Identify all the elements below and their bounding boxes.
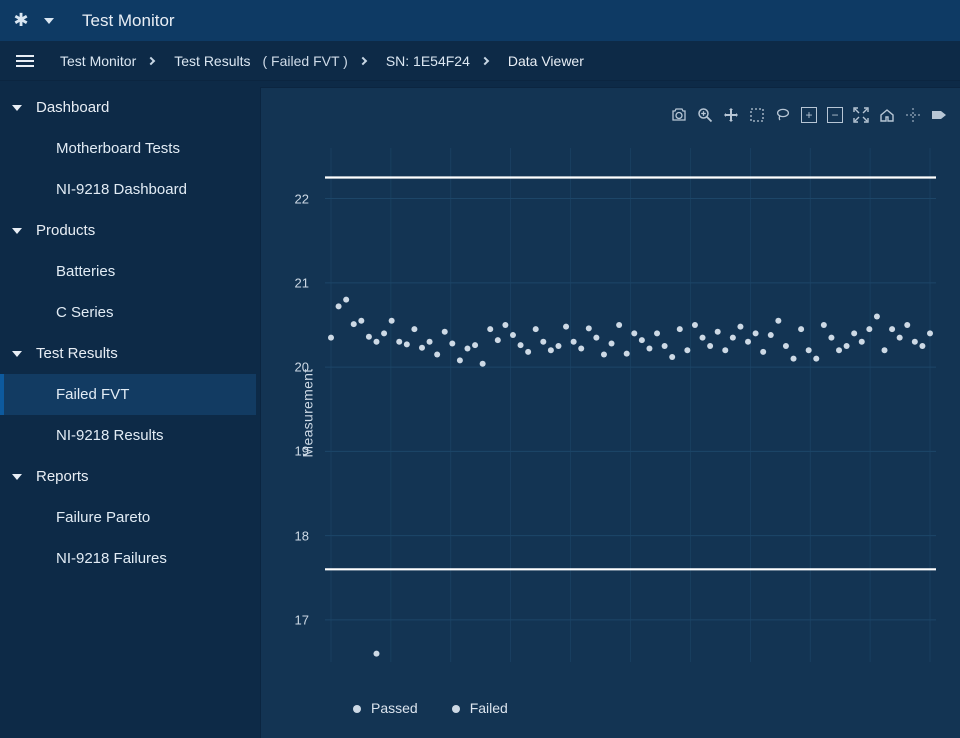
app-menu-caret-icon[interactable] [44,18,54,24]
breadcrumb-label: Test Results [174,53,250,69]
app-logo-icon: ✱ [12,12,30,30]
zoom-out-icon[interactable]: − [826,106,844,124]
box-select-icon[interactable] [748,106,766,124]
sidebar-group-label: Reports [36,468,89,485]
sidebar-group-test-results[interactable]: Test Results [0,333,256,374]
autoscale-icon[interactable] [852,106,870,124]
chart-y-ticks: 22 21 20 19 18 17 [279,144,309,666]
sidebar-group-dashboard[interactable]: Dashboard [0,87,256,128]
breadcrumb-label: Data Viewer [508,53,584,69]
breadcrumb-item[interactable]: Test Results ( Failed FVT ) [174,53,366,69]
breadcrumb-filter: ( Failed FVT ) [263,53,348,69]
camera-icon[interactable] [670,106,688,124]
sidebar-item-c-series[interactable]: C Series [0,292,256,333]
lasso-icon[interactable] [774,106,792,124]
breadcrumb-item[interactable]: SN: 1E54F24 [386,53,488,69]
content-panel: + − Measurement 222120191817 Passed Fail… [260,87,960,738]
chart-wrap: + − Measurement 222120191817 Passed Fail… [261,88,960,738]
caret-down-icon [12,105,22,111]
menu-hamburger-icon[interactable] [16,55,34,67]
sidebar-item-ni9218-results[interactable]: NI-9218 Results [0,415,256,456]
chart-toolbar: + − [670,106,948,124]
breadcrumb-label: Test Monitor [60,53,136,69]
sidebar-item-failure-pareto[interactable]: Failure Pareto [0,497,256,538]
sidebar-group-label: Test Results [36,345,118,362]
spikeline-icon[interactable] [904,106,922,124]
sidebar-item-failed-fvt[interactable]: Failed FVT [0,374,256,415]
sidebar-item-batteries[interactable]: Batteries [0,251,256,292]
sidebar-item-ni9218-failures[interactable]: NI-9218 Failures [0,538,256,579]
sidebar-group-label: Dashboard [36,99,109,116]
chart-plot-area[interactable] [313,144,940,666]
breadcrumb-bar: Test Monitor Test Results ( Failed FVT )… [0,41,960,81]
chart-legend: Passed Failed [353,700,508,716]
breadcrumb-item[interactable]: Test Monitor [60,53,154,69]
sidebar-group-label: Products [36,222,95,239]
chart-y-tick: 18 [295,528,309,543]
caret-down-icon [12,351,22,357]
main-area: Dashboard Motherboard Tests NI-9218 Dash… [0,81,960,738]
legend-label: Failed [470,700,508,716]
breadcrumb-label: SN: 1E54F24 [386,53,470,69]
sidebar: Dashboard Motherboard Tests NI-9218 Dash… [0,81,256,738]
sidebar-group-reports[interactable]: Reports [0,456,256,497]
chart-y-tick: 19 [295,444,309,459]
chart-y-tick: 17 [295,612,309,627]
chart-y-tick: 21 [295,275,309,290]
chart-y-tick: 20 [295,360,309,375]
chevron-right-icon [147,56,155,64]
legend-label: Passed [371,700,418,716]
chevron-right-icon [359,56,367,64]
sidebar-item-ni9218-dashboard[interactable]: NI-9218 Dashboard [0,169,256,210]
legend-item-failed[interactable]: Failed [452,700,508,716]
pan-icon[interactable] [722,106,740,124]
legend-dot-icon [452,705,460,713]
chevron-right-icon [481,56,489,64]
breadcrumb-item-current: Data Viewer [508,53,584,69]
zoom-icon[interactable] [696,106,714,124]
legend-dot-icon [353,705,361,713]
sidebar-group-products[interactable]: Products [0,210,256,251]
app-title: Test Monitor [82,11,175,31]
chart-y-tick: 22 [295,191,309,206]
caret-down-icon [12,474,22,480]
titlebar: ✱ Test Monitor [0,0,960,41]
zoom-in-icon[interactable]: + [800,106,818,124]
tag-icon[interactable] [930,106,948,124]
home-icon[interactable] [878,106,896,124]
sidebar-item-motherboard-tests[interactable]: Motherboard Tests [0,128,256,169]
legend-item-passed[interactable]: Passed [353,700,418,716]
caret-down-icon [12,228,22,234]
